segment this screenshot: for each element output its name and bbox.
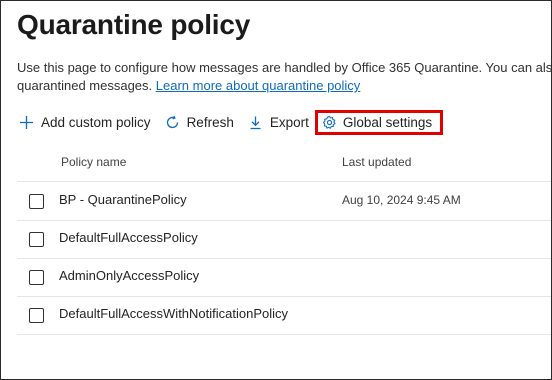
quarantine-policy-page: Quarantine policy Use this page to confi… xyxy=(0,0,552,380)
table-row[interactable]: DefaultFullAccessPolicy xyxy=(17,220,551,259)
toolbar: Add custom policy Refresh Export Global … xyxy=(19,109,457,135)
export-label: Export xyxy=(269,114,309,130)
table-row[interactable]: DefaultFullAccessWithNotificationPolicy xyxy=(17,296,551,335)
policy-name: BP - QuarantinePolicy xyxy=(59,192,187,207)
refresh-button[interactable]: Refresh xyxy=(165,115,234,130)
download-icon xyxy=(250,116,261,129)
policy-name: AdminOnlyAccessPolicy xyxy=(59,268,200,283)
global-settings-button[interactable]: Global settings xyxy=(314,109,444,135)
table-row[interactable]: AdminOnlyAccessPolicy xyxy=(17,258,551,297)
description-line-2-text: quarantined messages. xyxy=(17,78,153,93)
row-checkbox[interactable] xyxy=(29,194,44,209)
page-description: Use this page to configure how messages … xyxy=(17,59,552,95)
row-checkbox[interactable] xyxy=(29,308,44,323)
policy-name: DefaultFullAccessPolicy xyxy=(59,230,198,245)
column-header-last-updated[interactable]: Last updated xyxy=(342,155,411,169)
row-checkbox[interactable] xyxy=(29,270,44,285)
gear-icon xyxy=(322,115,336,129)
plus-icon xyxy=(20,115,33,129)
table-row[interactable]: BP - QuarantinePolicy Aug 10, 2024 9:45 … xyxy=(17,182,551,221)
refresh-icon xyxy=(166,115,178,128)
row-checkbox[interactable] xyxy=(29,232,44,247)
add-custom-policy-button[interactable]: Add custom policy xyxy=(19,115,151,130)
last-updated: Aug 10, 2024 9:45 AM xyxy=(342,193,461,207)
description-line-2: quarantined messages. Learn more about q… xyxy=(17,77,551,95)
column-header-policy-name[interactable]: Policy name xyxy=(61,155,126,169)
add-custom-policy-label: Add custom policy xyxy=(41,114,151,130)
policy-name: DefaultFullAccessWithNotificationPolicy xyxy=(59,306,289,321)
learn-more-link[interactable]: Learn more about quarantine policy xyxy=(156,78,361,93)
export-button[interactable]: Export xyxy=(248,115,309,130)
global-settings-label: Global settings xyxy=(342,114,433,130)
page-title: Quarantine policy xyxy=(17,9,251,40)
description-line-1: Use this page to configure how messages … xyxy=(17,60,552,75)
refresh-label: Refresh xyxy=(186,114,234,130)
